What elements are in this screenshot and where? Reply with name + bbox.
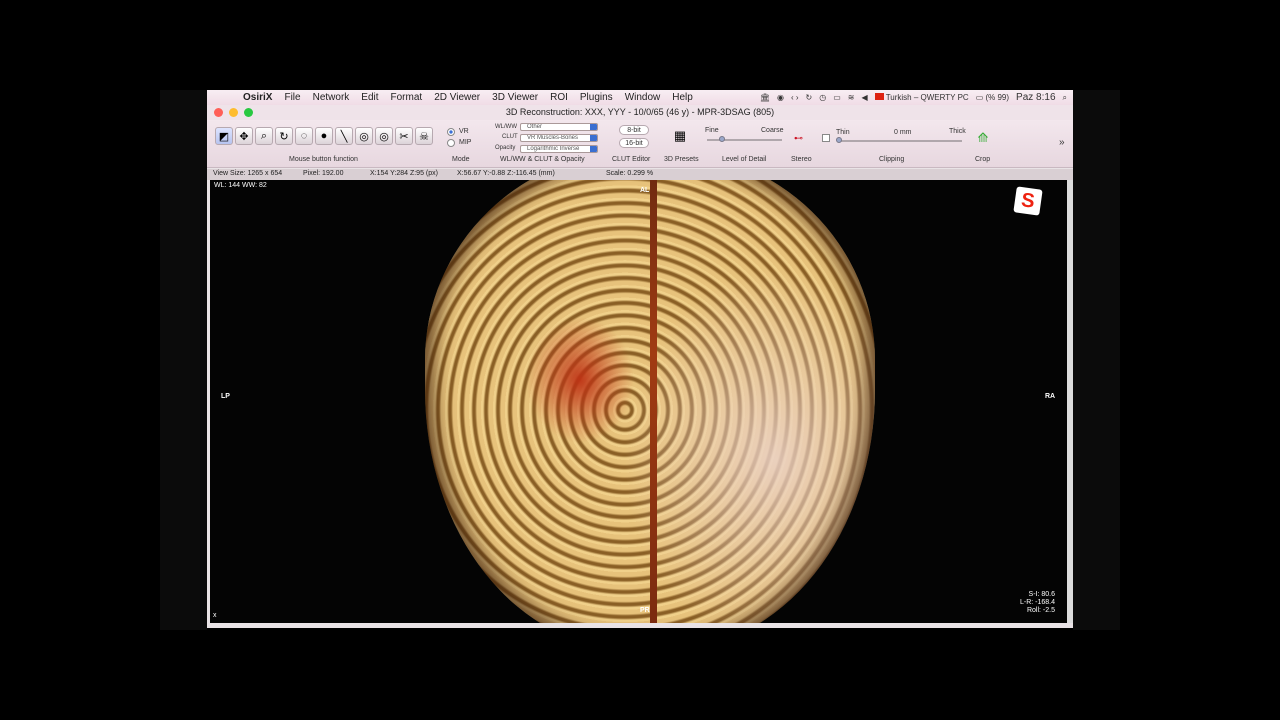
presets-grid-icon[interactable]: ▦ [671, 127, 689, 145]
window-title: 3D Reconstruction: XXX, YYY - 10/0/65 (4… [505, 107, 775, 117]
osirix-logo: S [1013, 186, 1043, 216]
wlww-popup[interactable]: Other [520, 123, 598, 131]
camera-rotate-icon[interactable]: ◌ [295, 127, 313, 145]
clipping-label: Clipping [879, 156, 905, 163]
input-source[interactable]: Turkish – QWERTY PC [874, 93, 969, 102]
3d-viewport[interactable]: WL: 144 WW: 82 AL PR LP RA x S-I: 80.6 L… [210, 180, 1067, 623]
coords-px: X:154 Y:284 Z:95 (px) [370, 170, 438, 177]
mode-label: Mode [452, 156, 470, 163]
menu-help[interactable]: Help [672, 92, 693, 103]
orientation-bottom: PR [640, 607, 650, 614]
move-tool-icon[interactable]: ✥ [235, 127, 253, 145]
wl-ww-overlay: WL: 144 WW: 82 [214, 182, 267, 189]
corner-marker: x [213, 612, 217, 619]
coords-mm: X:56.67 Y:-0.88 Z:-116.45 (mm) [457, 170, 555, 177]
length-tool-icon[interactable]: ╲ [335, 127, 353, 145]
3d-presets-label: 3D Presets [664, 156, 699, 163]
clock[interactable]: Paz 8:16 [1016, 92, 1055, 103]
clip-thick-label: Thick [949, 128, 966, 135]
stereo-glasses-icon[interactable]: ⊷ [794, 133, 803, 144]
seed-tool-icon[interactable]: ◎ [355, 127, 373, 145]
wl-tool-icon[interactable]: ◩ [215, 127, 233, 145]
menu-format[interactable]: Format [391, 92, 423, 103]
crop-icon[interactable]: ⟰ [974, 129, 992, 147]
bone-removal-icon[interactable]: ☠ [415, 127, 433, 145]
rotate-tool-icon[interactable]: ↻ [275, 127, 293, 145]
interhemispheric-fissure [650, 180, 657, 623]
lr-readout: L-R: -168.4 [1019, 599, 1055, 606]
clipping-slider[interactable] [837, 140, 962, 142]
pixel-value: Pixel: 192.00 [303, 170, 344, 177]
zoom-tool-icon[interactable]: ⌕ [255, 127, 273, 145]
right-pillar [1073, 90, 1120, 630]
app-menu[interactable]: OsiriX [243, 92, 272, 103]
8bit-button[interactable]: 8-bit [619, 125, 649, 135]
osirix-screen: OsiriX File Network Edit Format 2D Viewe… [207, 90, 1073, 628]
16bit-button[interactable]: 16-bit [619, 138, 649, 148]
menu-window[interactable]: Window [625, 92, 661, 103]
right-edge-strip [1067, 180, 1073, 623]
time-machine-icon[interactable]: ◷ [819, 93, 826, 102]
menu-roi[interactable]: ROI [550, 92, 568, 103]
stereo-label: Stereo [791, 156, 812, 163]
menu-3d-viewer[interactable]: 3D Viewer [492, 92, 538, 103]
orientation-left: LP [221, 393, 230, 400]
volume-icon[interactable]: ◀ [861, 93, 867, 102]
clut-popup[interactable]: VR Muscles-Bones [520, 134, 598, 142]
accessibility-icon[interactable]: ◉ [777, 93, 784, 102]
sync-icon[interactable]: ↻ [806, 93, 813, 102]
toolbar: ◩ ✥ ⌕ ↻ ◌ ● ╲ ◎ ◎ ✂ ☠ Mouse button funct… [207, 120, 1073, 168]
crop-label: Crop [975, 156, 991, 163]
orientation-readout: S-I: 80.6 L-R: -168.4 Roll: -2.5 [1020, 591, 1055, 615]
display-icon[interactable]: ▭ [833, 93, 841, 102]
mode-mip-radio[interactable] [447, 139, 455, 147]
opacity-label: Opacity [495, 145, 516, 151]
scale-value: Scale: 0.299 % [606, 170, 654, 177]
clip-mm-value: 0 mm [894, 129, 912, 136]
orientation-top: AL [640, 187, 650, 194]
lod-coarse-label: Coarse [761, 127, 784, 134]
3d-point-icon[interactable]: ● [315, 127, 333, 145]
clut-editor-label: CLUT Editor [612, 156, 651, 163]
wifi-icon[interactable]: ≋ [848, 93, 855, 102]
mode-mip-label: MIP [459, 139, 472, 146]
menu-network[interactable]: Network [313, 92, 350, 103]
bank-icon[interactable]: 🏛 [760, 93, 770, 102]
battery-status[interactable]: ▭ (% 99) [976, 93, 1009, 102]
orientation-right: RA [1045, 393, 1056, 400]
window-titlebar: 3D Reconstruction: XXX, YYY - 10/0/65 (4… [207, 105, 1073, 120]
toolbar-overflow-icon[interactable]: » [1059, 137, 1065, 148]
wlww-label: WL/WW [495, 124, 517, 130]
menu-2d-viewer[interactable]: 2D Viewer [434, 92, 480, 103]
lod-slider-knob[interactable] [719, 136, 725, 142]
clipping-slider-knob[interactable] [836, 137, 842, 143]
menu-edit[interactable]: Edit [361, 92, 378, 103]
menu-file[interactable]: File [284, 92, 300, 103]
growing-region-icon[interactable]: ◎ [375, 127, 393, 145]
menu-plugins[interactable]: Plugins [580, 92, 613, 103]
turkey-flag-icon [874, 93, 884, 100]
menubar: OsiriX File Network Edit Format 2D Viewe… [207, 90, 1073, 105]
si-readout: S-I: 80.6 [1028, 591, 1055, 598]
mode-vr-radio[interactable] [447, 128, 455, 136]
wlww-group-label: WL/WW & CLUT & Opacity [500, 156, 585, 163]
view-size: View Size: 1265 x 654 [213, 170, 283, 177]
lod-label: Level of Detail [722, 156, 767, 163]
left-pillar [160, 90, 207, 630]
clut-label: CLUT [502, 134, 518, 140]
clip-thin-label: Thin [836, 129, 850, 136]
status-area: 🏛 ◉ ‹ › ↻ ◷ ▭ ≋ ◀ Turkish – QWERTY PC ▭ … [760, 90, 1067, 105]
opacity-popup[interactable]: Logarithmic Inverse [520, 145, 598, 153]
scissors-icon[interactable]: ✂ [395, 127, 413, 145]
clipping-checkbox[interactable] [822, 134, 830, 142]
info-bar: View Size: 1265 x 654 Pixel: 192.00 X:15… [207, 169, 1073, 180]
spotlight-icon[interactable]: ⌕ [1063, 93, 1067, 103]
lod-fine-label: Fine [705, 127, 719, 134]
mouse-function-label: Mouse button function [289, 156, 358, 163]
roll-readout: Roll: -2.5 [1026, 607, 1055, 614]
mode-vr-label: VR [459, 128, 469, 135]
arrows-icon[interactable]: ‹ › [791, 93, 799, 102]
